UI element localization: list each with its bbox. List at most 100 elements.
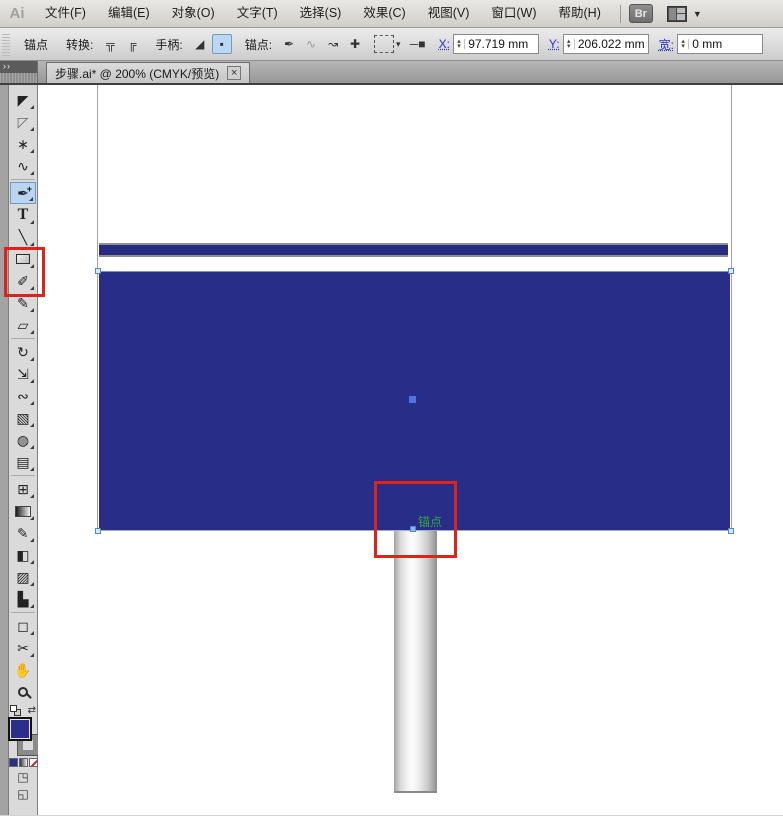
shape-builder-tool[interactable]: ◍ (10, 429, 36, 451)
column-graph-icon: ▙ (17, 591, 29, 607)
menu-help[interactable]: 帮助(H) (548, 0, 612, 27)
magic-wand-icon: ∗ (17, 136, 29, 152)
selection-icon: ◤ (17, 92, 29, 108)
selection-handle-top-left[interactable] (95, 268, 101, 274)
add-anchor-badge: + (26, 184, 32, 194)
x-stepper[interactable]: ▴ ▾ (454, 38, 466, 50)
canvas[interactable]: 锚点 (38, 85, 783, 815)
x-field: ▴ ▾ (452, 34, 539, 54)
slice-tool[interactable]: ✂ (10, 637, 36, 659)
main-area: ◤ ◸ ∗ ∿ ✒ + T ╲ ✐ ✎ ▱ ↻ ⇲ ∾ ▧ ◍ ▤ ⊞ ✏ ◧ … (0, 85, 783, 815)
close-document-icon[interactable]: × (227, 66, 242, 80)
hide-handles-button[interactable]: ▪ (211, 34, 232, 54)
control-bar-grip[interactable] (2, 32, 10, 56)
select-similar-button[interactable] (374, 35, 395, 53)
bridge-button[interactable]: Br (628, 4, 653, 23)
menu-type[interactable]: 文字(T) (226, 0, 289, 27)
line-segment-tool[interactable]: ╲ (10, 226, 36, 248)
menu-window[interactable]: 窗口(W) (480, 0, 547, 27)
tool-divider (11, 475, 35, 476)
menu-select[interactable]: 选择(S) (289, 0, 353, 27)
menu-edit[interactable]: 编辑(E) (97, 0, 161, 27)
perspective-grid-icon: ▤ (16, 454, 30, 470)
anchors-label: 锚点: (244, 37, 273, 52)
x-input[interactable] (465, 37, 538, 51)
scale-tool[interactable]: ⇲ (10, 363, 36, 385)
menu-view[interactable]: 视图(V) (417, 0, 481, 27)
width-input[interactable] (689, 37, 762, 51)
reference-point-icon[interactable]: ─■ (408, 34, 428, 54)
hand-tool[interactable]: ✋ (10, 659, 36, 681)
remove-anchor-button[interactable]: ✒ (279, 34, 299, 54)
selection-handle-bottom-left[interactable] (95, 528, 101, 534)
selection-handle-bottom-right[interactable] (728, 528, 734, 534)
x-label[interactable]: X: (439, 37, 450, 51)
eraser-tool[interactable]: ▱ (10, 314, 36, 336)
screen-mode-button[interactable]: ◱ (17, 787, 28, 801)
width-tool-icon: ∾ (17, 388, 29, 404)
blend-tool[interactable]: ◧ (10, 544, 36, 566)
magic-wand-tool[interactable]: ∗ (10, 133, 36, 155)
pen-tool[interactable]: ✒ + (10, 182, 36, 204)
color-mode-button[interactable] (8, 758, 18, 767)
y-stepper[interactable]: ▴ ▾ (564, 38, 575, 50)
cut-path-button[interactable]: ↝ (323, 34, 343, 54)
lasso-icon: ∿ (17, 158, 29, 174)
isolate-selection-button[interactable]: ✚ (345, 34, 365, 54)
rotate-tool[interactable]: ↻ (10, 341, 36, 363)
menu-separator (619, 4, 621, 23)
menu-object[interactable]: 对象(O) (161, 0, 226, 27)
shape-builder-icon: ◍ (16, 432, 30, 448)
free-transform-tool[interactable]: ▧ (10, 407, 36, 429)
annotation-box-pen-tool (4, 247, 45, 297)
selection-tool[interactable]: ◤ (10, 89, 36, 111)
panel-grip[interactable] (0, 73, 37, 83)
direct-selection-tool[interactable]: ◸ (10, 111, 36, 133)
default-fill-stroke-button[interactable] (10, 705, 21, 716)
perspective-grid-tool[interactable]: ▤ (10, 451, 36, 473)
mesh-icon: ⊞ (17, 481, 29, 497)
menu-effect[interactable]: 效果(C) (352, 0, 416, 27)
artboard-tool[interactable]: ◻ (10, 615, 36, 637)
show-handles-button[interactable]: ◢ (190, 34, 210, 54)
workspace-caret-icon: ▼ (692, 8, 702, 19)
tools-panel-header: ›› (0, 61, 38, 83)
hand-icon: ✋ (14, 662, 32, 678)
document-tab[interactable]: 步骤.ai* @ 200% (CMYK/预览) × (46, 62, 251, 83)
workspace-switcher[interactable]: ▼ (666, 5, 702, 22)
symbol-sprayer-tool[interactable]: ▨ (10, 566, 36, 588)
width-label[interactable]: 宽: (659, 36, 674, 53)
width-stepper[interactable]: ▴ ▾ (678, 38, 690, 50)
menu-file[interactable]: 文件(F) (34, 0, 97, 27)
convert-to-smooth-button[interactable]: ╔ (122, 34, 142, 54)
width-tool[interactable]: ∾ (10, 385, 36, 407)
handles-label: 手柄: (155, 37, 183, 52)
tools-panel: ◤ ◸ ∗ ∿ ✒ + T ╲ ✐ ✎ ▱ ↻ ⇲ ∾ ▧ ◍ ▤ ⊞ ✏ ◧ … (8, 85, 39, 815)
panel-collapse-button[interactable]: ›› (0, 61, 37, 73)
y-label[interactable]: Y: (549, 37, 560, 51)
document-tab-bar: ›› 步骤.ai* @ 200% (CMYK/预览) × (0, 61, 783, 85)
type-icon: T (17, 206, 29, 223)
eyedropper-tool[interactable]: ✏ (10, 522, 36, 544)
sign-pole-shape[interactable] (394, 531, 437, 793)
fill-color-swatch[interactable] (8, 717, 32, 741)
selection-handle-top-right[interactable] (728, 268, 734, 274)
convert-to-corner-button[interactable]: ╦ (100, 34, 120, 54)
document-tab-title: 步骤.ai* @ 200% (CMYK/预览) (55, 66, 220, 81)
gradient-mode-button[interactable] (18, 758, 28, 767)
swap-fill-stroke-icon[interactable]: ⇄ (28, 705, 36, 716)
y-input[interactable] (574, 37, 648, 51)
mesh-tool[interactable]: ⊞ (10, 478, 36, 500)
lasso-tool[interactable]: ∿ (10, 155, 36, 177)
object-center-point[interactable] (409, 396, 416, 403)
y-field: ▴ ▾ (562, 34, 649, 54)
sign-top-strip-shape[interactable] (99, 243, 728, 257)
gradient-tool[interactable] (10, 500, 36, 522)
column-graph-tool[interactable]: ▙ (10, 588, 36, 610)
zoom-tool[interactable] (10, 681, 36, 703)
line-icon: ╲ (18, 229, 28, 245)
connect-path-button[interactable]: ∿ (301, 34, 321, 54)
drawing-mode-button[interactable]: ◳ (17, 770, 28, 784)
type-tool[interactable]: T (10, 204, 36, 226)
none-mode-button[interactable] (28, 758, 38, 767)
